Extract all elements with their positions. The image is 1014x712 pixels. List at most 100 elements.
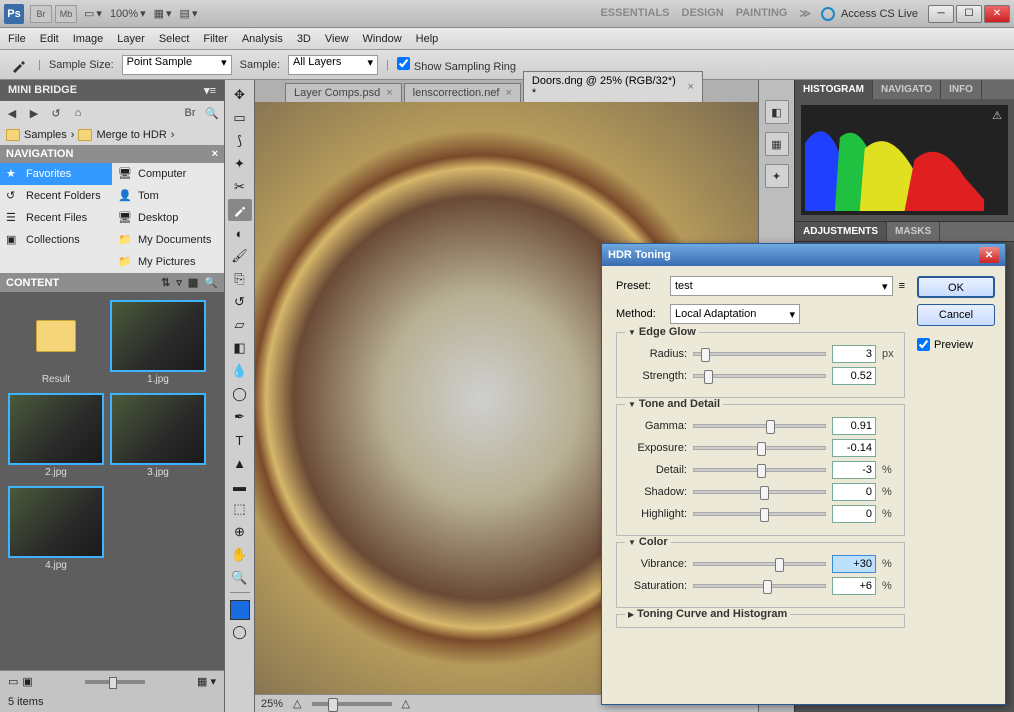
- strength-input[interactable]: [832, 367, 876, 385]
- stamp-tool[interactable]: ⎘: [228, 268, 252, 290]
- type-tool[interactable]: T: [228, 429, 252, 451]
- saturation-slider[interactable]: [693, 584, 826, 588]
- screen-mode-dropdown[interactable]: ▭▾: [84, 7, 102, 20]
- preset-menu-icon[interactable]: ≡: [899, 280, 905, 292]
- disclosure-icon[interactable]: ▼: [628, 400, 636, 409]
- view-icon[interactable]: ▦: [188, 276, 198, 289]
- breadcrumb-item[interactable]: Merge to HDR: [96, 129, 166, 141]
- swatches-panel-icon[interactable]: ▦: [765, 132, 789, 156]
- tab-close-icon[interactable]: ×: [687, 81, 693, 93]
- history-brush-tool[interactable]: ↺: [228, 291, 252, 313]
- disclosure-icon[interactable]: ▼: [628, 328, 636, 337]
- path-select-tool[interactable]: ▲: [228, 452, 252, 474]
- color-panel-icon[interactable]: ◧: [765, 100, 789, 124]
- menu-window[interactable]: Window: [363, 33, 402, 45]
- bridge-button[interactable]: Br: [30, 5, 52, 23]
- eyedropper-tool[interactable]: [228, 199, 252, 221]
- shadow-slider[interactable]: [693, 490, 826, 494]
- detail-input[interactable]: [832, 461, 876, 479]
- disclosure-icon[interactable]: ▼: [628, 538, 636, 547]
- info-tab[interactable]: INFO: [941, 80, 982, 99]
- maximize-button[interactable]: ☐: [956, 5, 982, 23]
- forward-icon[interactable]: ▶: [26, 105, 42, 121]
- minibridge-button[interactable]: Mb: [55, 5, 77, 23]
- foreground-color[interactable]: [230, 600, 250, 620]
- detail-slider[interactable]: [693, 468, 826, 472]
- pen-tool[interactable]: ✒: [228, 406, 252, 428]
- preview-checkbox[interactable]: Preview: [917, 338, 995, 351]
- nav-item-collections[interactable]: ▣Collections: [0, 229, 112, 251]
- location-item-tom[interactable]: 👤Tom: [112, 185, 224, 207]
- recent-icon[interactable]: ↺: [48, 105, 64, 121]
- histogram-tab[interactable]: HISTOGRAM: [795, 80, 873, 99]
- search-icon[interactable]: 🔍: [204, 105, 220, 121]
- blur-tool[interactable]: 💧: [228, 360, 252, 382]
- thumb-4-jpg[interactable]: 4.jpg: [8, 486, 104, 573]
- adjustments-tab[interactable]: ADJUSTMENTS: [795, 222, 887, 241]
- quick-select-tool[interactable]: ✦: [228, 153, 252, 175]
- menu-filter[interactable]: Filter: [203, 33, 227, 45]
- tab-close-icon[interactable]: ×: [505, 87, 511, 99]
- workspace-painting[interactable]: PAINTING: [736, 7, 788, 20]
- preview-icon[interactable]: ▭: [8, 675, 18, 688]
- vibrance-input[interactable]: [832, 555, 876, 573]
- ok-button[interactable]: OK: [917, 276, 995, 298]
- home-icon[interactable]: ⌂: [70, 105, 86, 121]
- thumb-2-jpg[interactable]: 2.jpg: [8, 393, 104, 480]
- zoom-level[interactable]: 25%: [261, 698, 283, 710]
- grid-view-icon[interactable]: ▦ ▾: [197, 675, 216, 688]
- close-nav-icon[interactable]: ×: [212, 148, 218, 160]
- vibrance-slider[interactable]: [693, 562, 826, 566]
- workspace-more[interactable]: ≫: [799, 7, 811, 20]
- shape-tool[interactable]: ▬: [228, 475, 252, 497]
- 3d-tool[interactable]: ⬚: [228, 498, 252, 520]
- marquee-tool[interactable]: ▭: [228, 107, 252, 129]
- location-item-my-documents[interactable]: 📁My Documents: [112, 229, 224, 251]
- minimize-button[interactable]: ─: [928, 5, 954, 23]
- goto-bridge-icon[interactable]: Br: [182, 105, 198, 121]
- thumbnail-grid[interactable]: Result1.jpg2.jpg3.jpg4.jpg: [0, 292, 224, 670]
- back-icon[interactable]: ◀: [4, 105, 20, 121]
- healing-tool[interactable]: ◐: [228, 222, 252, 244]
- menu-analysis[interactable]: Analysis: [242, 33, 283, 45]
- close-button[interactable]: ✕: [984, 5, 1010, 23]
- sample-size-select[interactable]: Point Sample ▾: [122, 55, 232, 75]
- highlight-slider[interactable]: [693, 512, 826, 516]
- preset-select[interactable]: test▾: [670, 276, 893, 296]
- nav-item-favorites[interactable]: ★Favorites: [0, 163, 112, 185]
- crop-tool[interactable]: ✂: [228, 176, 252, 198]
- cs-live-button[interactable]: Access CS Live: [821, 7, 918, 21]
- show-sampling-ring[interactable]: Show Sampling Ring: [397, 57, 516, 73]
- brush-tool[interactable]: 🖌: [228, 245, 252, 267]
- menu-edit[interactable]: Edit: [40, 33, 59, 45]
- method-select[interactable]: Local Adaptation▾: [670, 304, 800, 324]
- exposure-input[interactable]: [832, 439, 876, 457]
- masks-tab[interactable]: MASKS: [887, 222, 940, 241]
- nav-item-recent-files[interactable]: ☰Recent Files: [0, 207, 112, 229]
- strength-slider[interactable]: [693, 374, 826, 378]
- location-item-computer[interactable]: 🖥Computer: [112, 163, 224, 185]
- dodge-tool[interactable]: ◯: [228, 383, 252, 405]
- 3d-camera-tool[interactable]: ⊕: [228, 521, 252, 543]
- zoom-out-icon[interactable]: △: [293, 697, 301, 710]
- tab-close-icon[interactable]: ×: [386, 87, 392, 99]
- gamma-slider[interactable]: [693, 424, 826, 428]
- menu-layer[interactable]: Layer: [117, 33, 145, 45]
- nav-item-recent-folders[interactable]: ↺Recent Folders: [0, 185, 112, 207]
- move-tool[interactable]: ✥: [228, 84, 252, 106]
- panel-menu-icon[interactable]: ▾≡: [204, 84, 216, 97]
- hand-tool[interactable]: ✋: [228, 544, 252, 566]
- zoom-slider[interactable]: [312, 702, 392, 706]
- radius-input[interactable]: [832, 345, 876, 363]
- document-tab[interactable]: Doors.dng @ 25% (RGB/32*) *×: [523, 71, 703, 102]
- filter-icon[interactable]: ▿: [176, 276, 182, 289]
- mini-bridge-tab[interactable]: MINI BRIDGE▾≡: [0, 80, 224, 101]
- view-extras-dropdown[interactable]: ▦▾: [154, 7, 172, 20]
- thumb-3-jpg[interactable]: 3.jpg: [110, 393, 206, 480]
- menu-view[interactable]: View: [325, 33, 349, 45]
- sample-select[interactable]: All Layers ▾: [288, 55, 378, 75]
- saturation-input[interactable]: [832, 577, 876, 595]
- dialog-close-button[interactable]: ✕: [979, 247, 999, 263]
- menu-file[interactable]: File: [8, 33, 26, 45]
- menu-select[interactable]: Select: [159, 33, 190, 45]
